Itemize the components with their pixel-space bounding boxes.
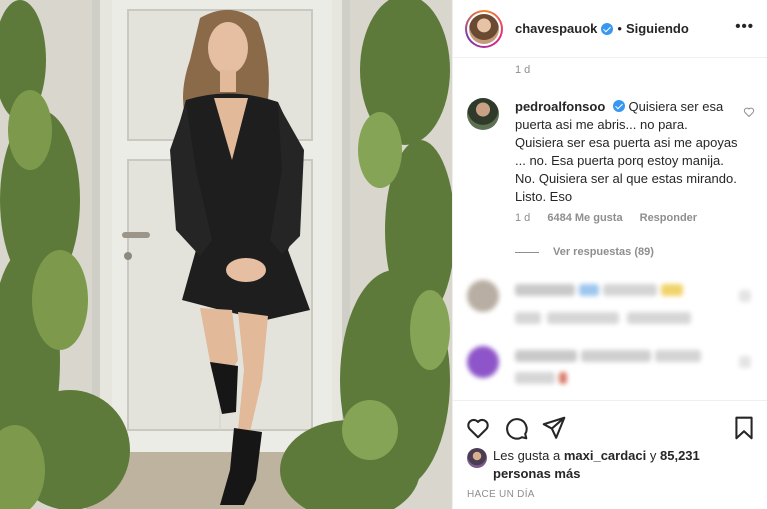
following-button[interactable]: Siguiendo [626, 21, 689, 36]
post-age: HACE UN DÍA [467, 489, 535, 500]
bookmark-icon[interactable] [731, 415, 757, 441]
post-image [0, 0, 452, 509]
liker-username[interactable]: maxi_cardaci [564, 448, 646, 463]
comment-age: 1 d [515, 212, 531, 224]
separator-dot: • [617, 21, 622, 36]
post-sidebar: chavespauok • Siguiendo ••• 1 d pedroalf… [452, 0, 767, 509]
comment-body: pedroalfonsoo Quisiera ser esa puerta as… [515, 98, 739, 206]
view-replies-button[interactable]: Ver respuestas (89) [515, 246, 654, 258]
heart-icon[interactable] [465, 415, 491, 441]
comments-list[interactable]: 1 d pedroalfonsoo Quisiera ser esa puert… [453, 58, 767, 398]
blurred-avatar [467, 280, 499, 312]
more-options-icon[interactable]: ••• [735, 19, 754, 34]
liker-avatar[interactable] [467, 448, 487, 468]
comment-meta: 1 d 6484 Me gusta Responder [515, 212, 711, 224]
comment-icon[interactable] [503, 415, 529, 441]
blurred-comment-1 [467, 280, 757, 330]
commenter-avatar[interactable] [467, 98, 499, 130]
blurred-avatar [467, 346, 499, 378]
comment-like-count[interactable]: 6484 Me gusta [547, 212, 622, 224]
blurred-comment-2 [467, 346, 757, 396]
comment-text: Quisiera ser esa puerta asi me abris... … [515, 99, 738, 204]
previous-comment-age: 1 d [515, 64, 531, 76]
comment-like-heart-icon[interactable] [743, 106, 755, 118]
post-actions: Les gusta a maxi_cardaci y 85,231 person… [453, 400, 767, 509]
commenter-username[interactable]: pedroalfonsoo [515, 99, 605, 114]
post-header: chavespauok • Siguiendo ••• [453, 0, 767, 58]
view-replies-label: Ver respuestas (89) [553, 246, 654, 258]
verified-badge-icon [601, 22, 614, 35]
verified-badge-icon [612, 100, 625, 112]
author-avatar[interactable] [465, 9, 503, 48]
likes-prefix: Les gusta a [493, 448, 561, 463]
divider-line [515, 251, 539, 253]
likes-joiner: y [649, 448, 657, 463]
share-icon[interactable] [541, 415, 567, 441]
likes-summary: Les gusta a maxi_cardaci y 85,231 person… [467, 447, 733, 483]
reply-button[interactable]: Responder [640, 212, 697, 224]
post-photo[interactable] [0, 0, 452, 509]
author-username[interactable]: chavespauok [515, 21, 597, 36]
